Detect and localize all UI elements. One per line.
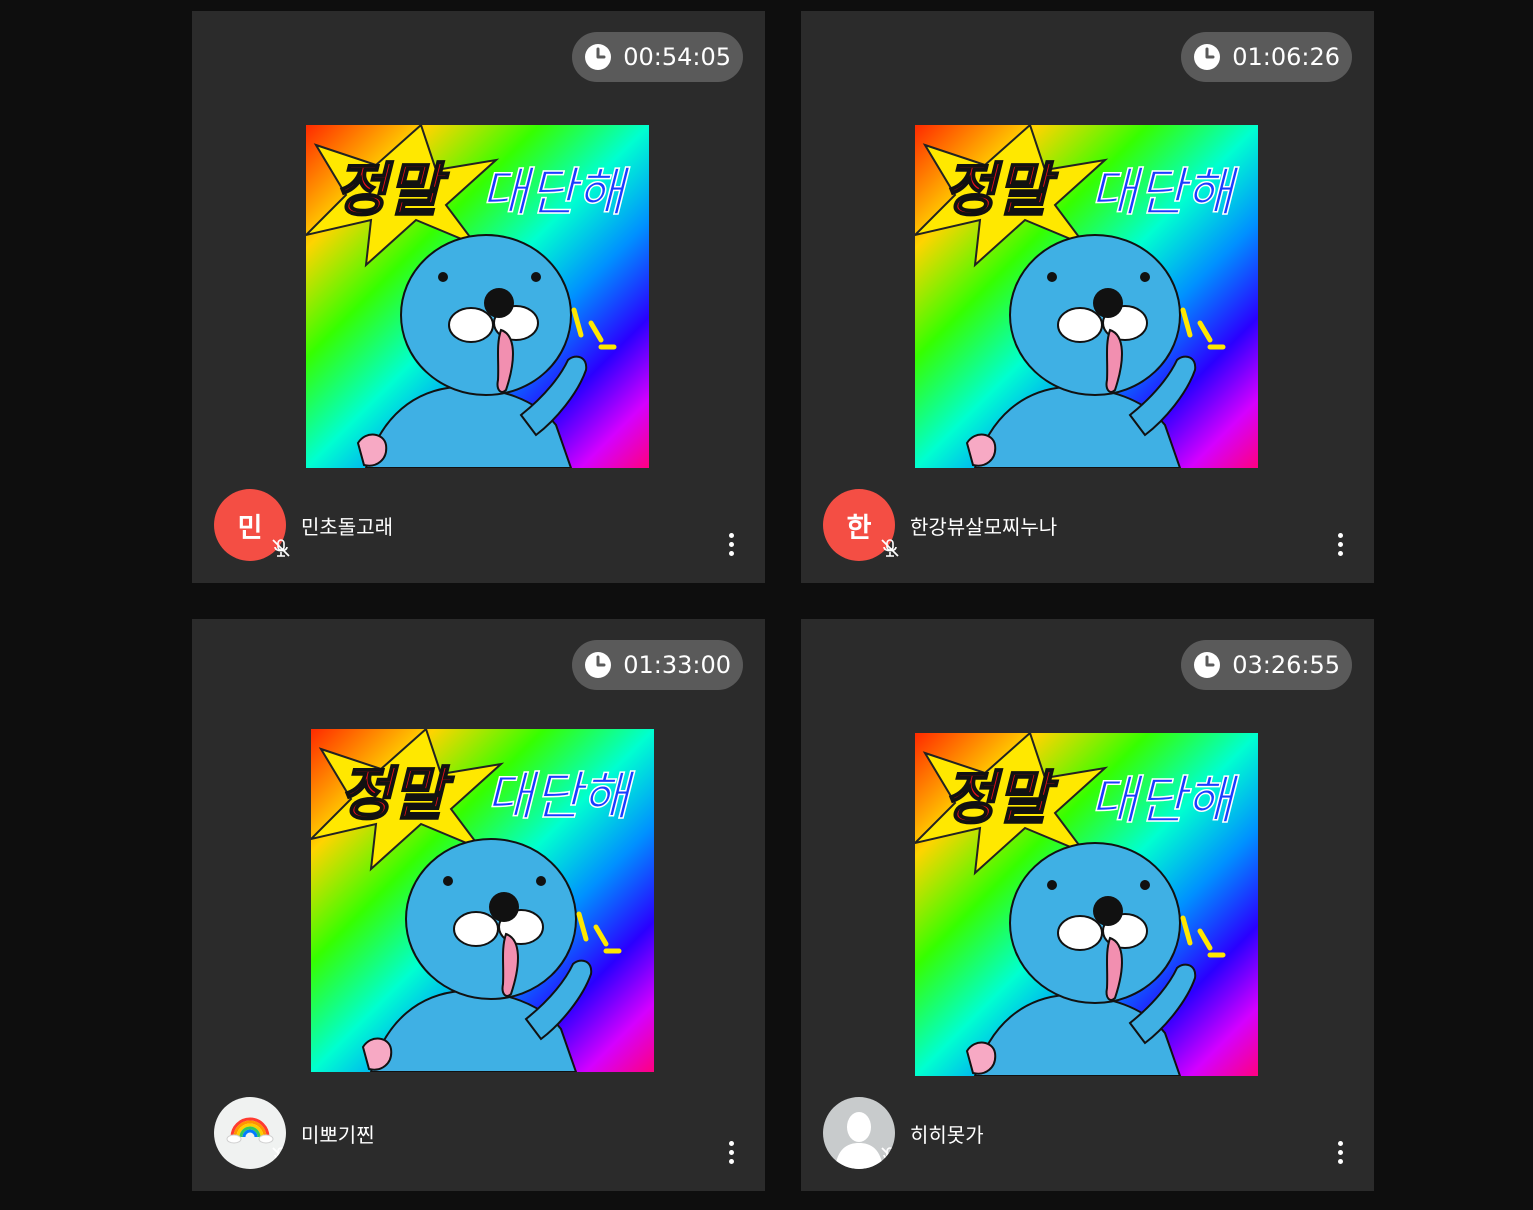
participant-card[interactable]: 00:54:05 정말 대단해 민 민초돌고래 bbox=[192, 11, 765, 583]
more-options-button[interactable] bbox=[719, 527, 743, 561]
timer-text: 01:33:00 bbox=[623, 651, 731, 679]
clock-icon bbox=[584, 43, 613, 71]
timer-text: 03:26:55 bbox=[1232, 651, 1340, 679]
sticker-text-red: 정말 bbox=[334, 156, 449, 224]
clock-icon bbox=[1193, 43, 1222, 71]
participant-card[interactable]: 03:26:55 정말 대단해 히히못가 bbox=[801, 619, 1374, 1191]
avatar[interactable]: 민 bbox=[214, 489, 290, 561]
mic-off-icon bbox=[881, 1147, 895, 1165]
mic-off-icon bbox=[272, 539, 290, 557]
avatar[interactable]: 한 bbox=[823, 489, 899, 561]
participant-name: 히히못가 bbox=[910, 1123, 984, 1147]
more-options-button[interactable] bbox=[1328, 1135, 1352, 1169]
participant-card[interactable]: 01:06:26 정말 대단해 한 한강뷰살모찌누나 bbox=[801, 11, 1374, 583]
participant-card[interactable]: 01:33:00 정말 대단해 미뽀기찐 bbox=[192, 619, 765, 1191]
sticker-text-red: 정말 bbox=[943, 764, 1058, 832]
sticker-image: 정말 대단해 bbox=[311, 729, 654, 1072]
sticker-image: 정말 대단해 bbox=[306, 125, 649, 468]
sticker-text-blue: 대단해 bbox=[1090, 163, 1240, 223]
participant-name: 민초돌고래 bbox=[301, 515, 393, 539]
sticker-text-blue: 대단해 bbox=[1090, 771, 1240, 831]
more-options-button[interactable] bbox=[1328, 527, 1352, 561]
avatar-initial: 한 bbox=[846, 512, 872, 544]
avatar-initial: 민 bbox=[237, 512, 263, 544]
more-options-button[interactable] bbox=[719, 1135, 743, 1169]
clock-icon bbox=[1193, 651, 1222, 679]
more-vertical-icon bbox=[1337, 532, 1343, 538]
more-vertical-icon bbox=[728, 1140, 734, 1146]
clock-icon bbox=[584, 651, 613, 679]
timer-badge: 01:06:26 bbox=[1181, 32, 1352, 82]
more-vertical-icon bbox=[1337, 1140, 1343, 1146]
sticker-image: 정말 대단해 bbox=[915, 733, 1258, 1076]
mic-off-icon bbox=[272, 1147, 286, 1165]
timer-text: 00:54:05 bbox=[623, 43, 731, 71]
more-vertical-icon bbox=[728, 532, 734, 538]
timer-badge: 03:26:55 bbox=[1181, 640, 1352, 690]
avatar[interactable] bbox=[823, 1097, 895, 1169]
participant-name: 미뽀기찐 bbox=[301, 1123, 375, 1147]
sticker-text-red: 정말 bbox=[339, 760, 454, 828]
participant-name: 한강뷰살모찌누나 bbox=[910, 515, 1058, 539]
timer-badge: 01:33:00 bbox=[572, 640, 743, 690]
timer-badge: 00:54:05 bbox=[572, 32, 743, 82]
avatar[interactable] bbox=[214, 1097, 286, 1169]
sticker-text-red: 정말 bbox=[943, 156, 1058, 224]
sticker-text-blue: 대단해 bbox=[486, 767, 636, 827]
mic-off-icon bbox=[881, 539, 899, 557]
sticker-image: 정말 대단해 bbox=[915, 125, 1258, 468]
sticker-text-blue: 대단해 bbox=[481, 163, 631, 223]
timer-text: 01:06:26 bbox=[1232, 43, 1340, 71]
